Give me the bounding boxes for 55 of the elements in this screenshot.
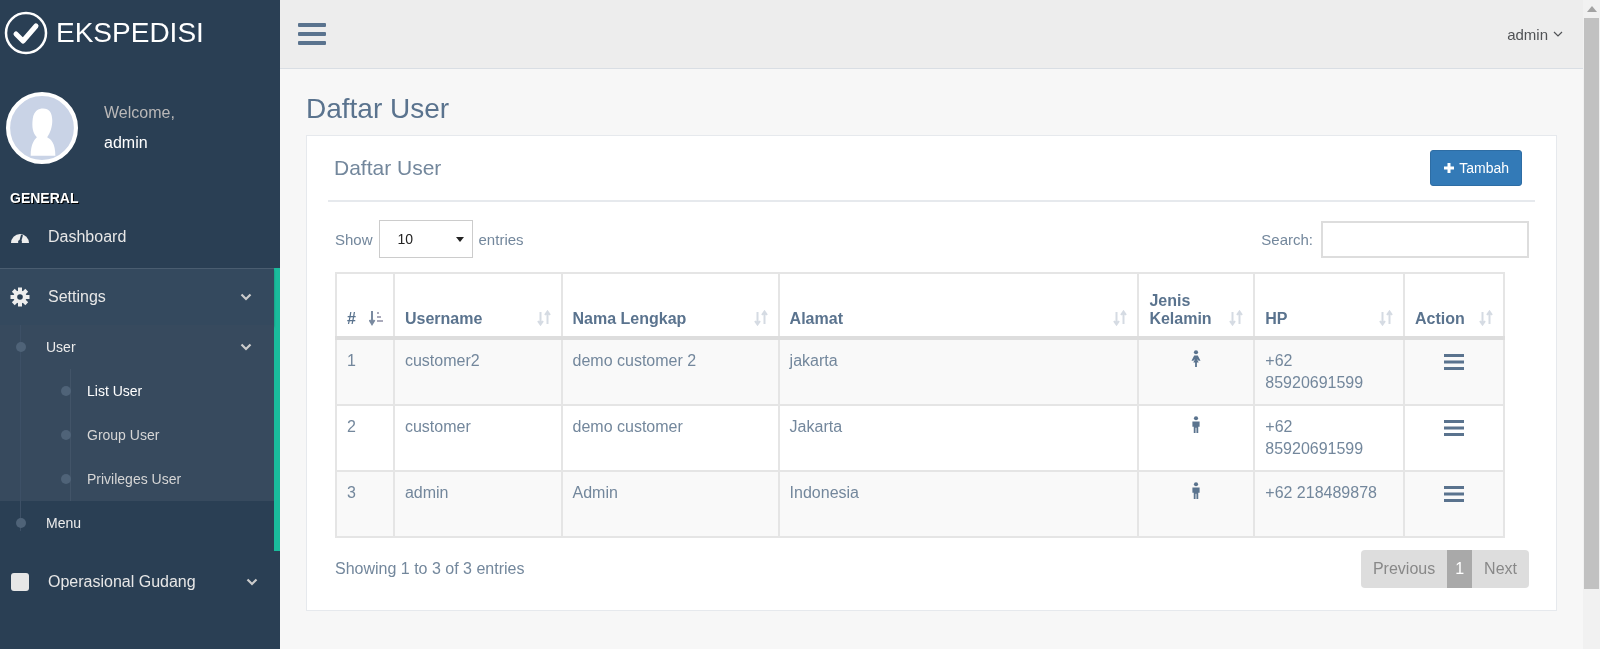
entries-label: entries — [478, 230, 524, 248]
menu-icon[interactable] — [298, 23, 326, 45]
page-size-select[interactable]: 10 — [378, 220, 473, 258]
table-cell: 1 — [336, 338, 394, 405]
profile-name: admin — [104, 134, 149, 152]
chevron-icon — [246, 578, 258, 586]
show-label: Show — [335, 230, 373, 248]
table-cell: customer2 — [393, 338, 562, 405]
square-icon — [10, 572, 30, 592]
next-button[interactable]: Next — [1472, 550, 1529, 588]
chevron-icon — [240, 293, 252, 301]
tree-node-icon — [61, 430, 71, 440]
menu-icon[interactable] — [1444, 420, 1464, 436]
plus-icon — [1443, 162, 1456, 174]
table-cell: jakarta — [778, 338, 1139, 405]
tree-node-icon — [61, 474, 71, 484]
menu-icon[interactable] — [1444, 354, 1464, 370]
previous-button[interactable]: Previous — [1360, 550, 1448, 588]
scrollbar[interactable] — [1583, 0, 1600, 649]
sidebar-item[interactable]: Operasional Gudang — [0, 551, 280, 613]
dropdown-arrow-icon — [455, 236, 464, 242]
sidebar-item[interactable]: Settings — [0, 268, 274, 325]
sidebar-item[interactable]: List User — [0, 369, 274, 413]
table-cell: demo customer 2 — [561, 338, 779, 405]
add-button[interactable]: Tambah — [1430, 150, 1522, 186]
scroll-up-icon[interactable] — [1586, 6, 1597, 12]
chevron-icon — [1553, 31, 1563, 37]
check-circle-icon — [4, 11, 48, 55]
welcome-text: Welcome, — [104, 104, 175, 122]
sidebar-item[interactable]: Group User — [0, 413, 274, 457]
sidebar-item[interactable]: Menu — [0, 501, 274, 545]
user-menu[interactable]: admin — [1507, 25, 1563, 43]
section-heading: GENERAL — [9, 189, 80, 206]
tree-node-icon — [16, 342, 26, 352]
table-cell: 3 — [336, 471, 394, 537]
sidebar-item[interactable]: Privileges User — [0, 457, 274, 501]
brand-title: EKSPEDISI — [56, 17, 204, 49]
table-cell: Indonesia — [778, 471, 1139, 537]
table-cell: +62 218489878 — [1254, 471, 1405, 537]
avatar-silhouette — [6, 92, 78, 164]
table-cell: admin — [393, 471, 562, 537]
table-cell: Admin — [561, 471, 779, 537]
page-title: Daftar User — [306, 93, 451, 125]
table-info: Showing 1 to 3 of 3 entries — [335, 560, 525, 578]
sidebar-item[interactable]: User — [0, 325, 274, 369]
menu-icon[interactable] — [1444, 486, 1464, 502]
sidebar-item[interactable]: Dashboard — [0, 206, 280, 268]
tree-node-icon — [16, 518, 26, 528]
search-field[interactable] — [1321, 220, 1529, 258]
tree-node-icon — [61, 386, 71, 396]
panel-title: Daftar User — [334, 156, 442, 180]
chevron-icon — [240, 343, 252, 351]
table-cell: +62 85920691599 — [1254, 338, 1405, 405]
search-label: Search: — [1261, 230, 1313, 248]
settings-icon — [10, 287, 30, 307]
